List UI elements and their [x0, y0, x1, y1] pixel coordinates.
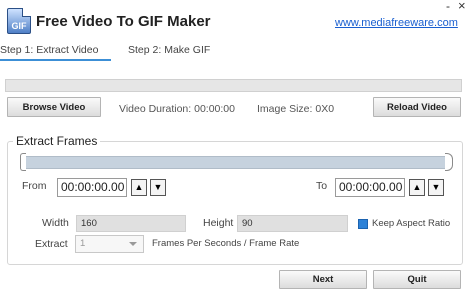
extract-frames-title: Extract Frames: [13, 134, 101, 148]
browse-video-button[interactable]: Browse Video: [7, 97, 101, 117]
from-increment-button[interactable]: ▲: [131, 179, 147, 196]
minimize-button[interactable]: -: [446, 0, 450, 13]
app-logo-text: GIF: [11, 21, 27, 31]
fps-label: Frames Per Seconds / Frame Rate: [152, 238, 300, 249]
active-tab-indicator: [0, 59, 111, 61]
app-title: Free Video To GIF Maker: [36, 13, 211, 30]
extract-label: Extract: [35, 238, 68, 250]
height-label: Height: [203, 217, 234, 229]
slider-end-handle[interactable]: [445, 153, 453, 171]
to-increment-button[interactable]: ▲: [409, 179, 425, 196]
to-time-input[interactable]: 00:00:00.00: [335, 178, 405, 197]
quit-button[interactable]: Quit: [373, 270, 461, 289]
tab-extract-video[interactable]: Step 1: Extract Video: [0, 44, 98, 56]
height-input[interactable]: 90: [237, 215, 348, 232]
video-duration-text: Video Duration: 00:00:00: [119, 103, 235, 115]
frame-rate-value: 1: [80, 238, 86, 249]
image-size-text: Image Size: 0X0: [257, 103, 335, 115]
next-button[interactable]: Next: [279, 270, 367, 289]
website-link[interactable]: www.mediafreeware.com: [335, 17, 458, 29]
frame-range-slider[interactable]: [23, 156, 448, 169]
app-logo-icon: GIF: [7, 8, 31, 34]
to-label: To: [316, 180, 328, 192]
width-input[interactable]: 160: [76, 215, 186, 232]
chevron-down-icon: [129, 242, 137, 246]
slider-start-handle[interactable]: [20, 153, 26, 171]
tab-make-gif[interactable]: Step 2: Make GIF: [128, 44, 210, 56]
keep-aspect-ratio-label: Keep Aspect Ratio: [372, 218, 451, 229]
video-preview-strip: [5, 79, 462, 92]
frame-rate-select[interactable]: 1: [75, 235, 144, 253]
keep-aspect-ratio-checkbox[interactable]: [358, 219, 368, 229]
from-label: From: [22, 180, 47, 192]
reload-video-button[interactable]: Reload Video: [373, 97, 461, 117]
to-decrement-button[interactable]: ▼: [428, 179, 444, 196]
from-time-input[interactable]: 00:00:00.00: [57, 178, 127, 197]
close-button[interactable]: ×: [458, 0, 466, 13]
from-decrement-button[interactable]: ▼: [150, 179, 166, 196]
width-label: Width: [42, 217, 69, 229]
app-logo-fold: [22, 8, 31, 17]
